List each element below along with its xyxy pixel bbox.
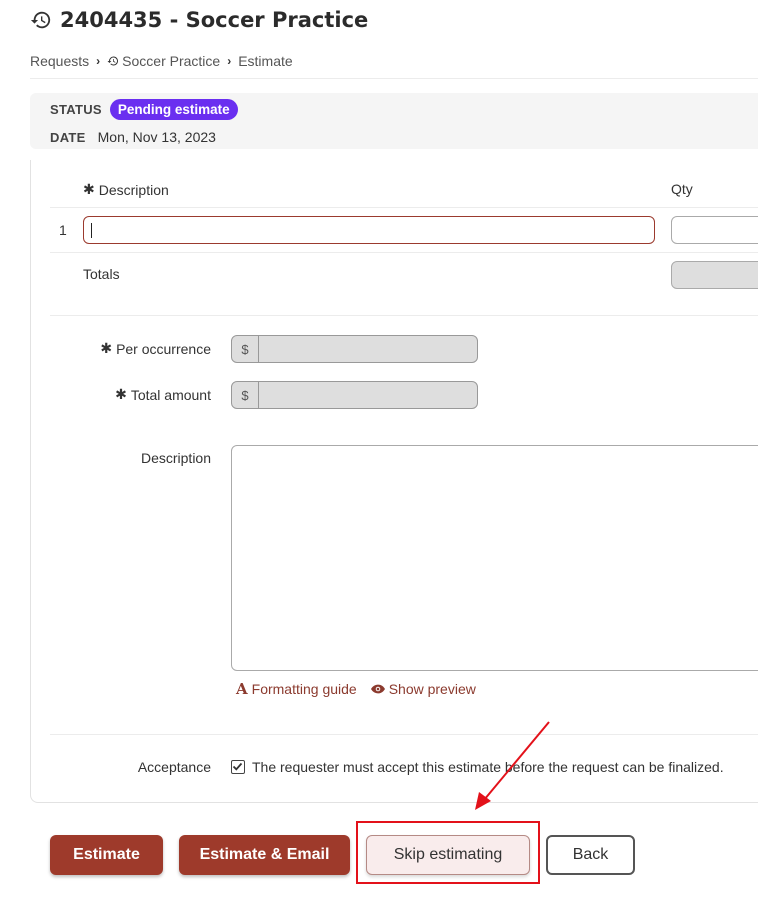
breadcrumb-soccer-practice[interactable]: Soccer Practice [122,53,220,69]
acceptance-label: Acceptance [137,759,211,775]
formatting-links: A Formatting guide Show preview [236,680,476,698]
page-title: 2404435 - Soccer Practice [60,8,369,32]
description-label: Description [140,450,211,466]
font-icon: A [236,680,248,698]
formatting-guide-link[interactable]: Formatting guide [252,681,357,697]
eye-icon [370,684,385,694]
column-header-description: ✱ Description [83,181,169,198]
chevron-right-icon: › [96,54,101,68]
history-icon [30,11,51,29]
required-icon: ✱ [115,386,127,402]
line-item-description-input[interactable] [83,216,655,244]
column-header-qty: Qty [671,181,693,197]
per-occurrence-label: ✱ Per occurrence [100,340,211,357]
divider [50,252,758,253]
currency-symbol: $ [232,336,259,362]
divider [50,207,758,208]
text-caret [91,223,92,238]
show-preview-link[interactable]: Show preview [389,681,476,697]
page-header: 2404435 - Soccer Practice [30,8,368,32]
divider [50,734,758,735]
check-icon [232,762,243,771]
row-number: 1 [59,222,67,238]
totals-qty-field [671,261,758,289]
chevron-right-icon: › [227,54,232,68]
acceptance-checkbox[interactable] [231,760,245,774]
required-icon: ✱ [100,340,113,356]
estimate-button[interactable]: Estimate [50,835,163,875]
total-amount-label: ✱ Total amount [115,386,211,403]
status-label: STATUS [50,102,102,117]
totals-label: Totals [83,266,120,282]
highlight-box [356,821,540,884]
breadcrumb-estimate: Estimate [238,53,293,69]
total-amount-input[interactable]: $ [231,381,478,409]
line-item-qty-input[interactable] [671,216,758,244]
breadcrumb: Requests › Soccer Practice › Estimate [30,53,293,69]
status-badge: Pending estimate [109,99,238,120]
date-label: DATE [50,129,86,145]
estimate-email-button[interactable]: Estimate & Email [179,835,350,875]
breadcrumb-requests[interactable]: Requests [30,53,89,69]
currency-symbol: $ [232,382,259,408]
per-occurrence-input[interactable]: $ [231,335,478,363]
history-icon [107,56,119,66]
description-textarea[interactable] [231,445,758,671]
header-divider [30,78,758,79]
back-button[interactable]: Back [546,835,635,875]
status-panel: STATUS Pending estimate DATE Mon, Nov 13… [30,93,758,149]
acceptance-text: The requester must accept this estimate … [252,759,724,775]
required-icon: ✱ [83,181,95,197]
divider [50,315,758,316]
date-value: Mon, Nov 13, 2023 [97,129,216,145]
